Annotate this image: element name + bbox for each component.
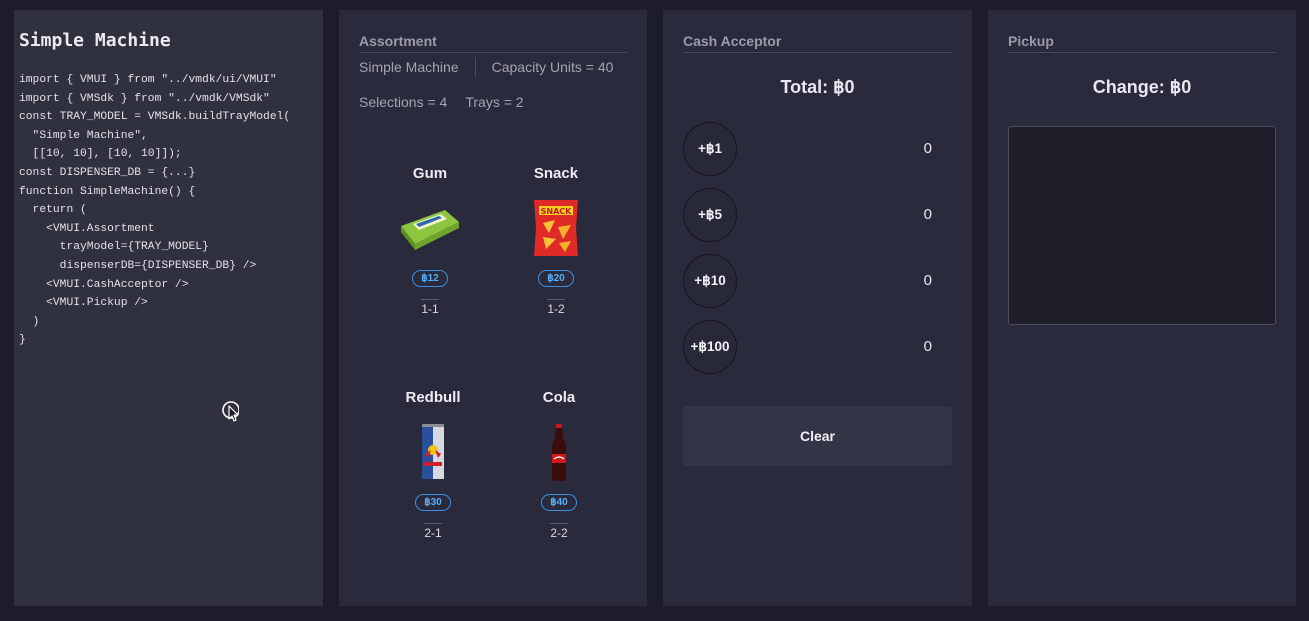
energy-can-icon	[383, 421, 483, 483]
coin-row: +฿1 0	[683, 122, 952, 188]
gum-pack-icon	[380, 197, 480, 259]
tray-divider	[359, 361, 627, 362]
coin-count: 0	[923, 272, 932, 289]
add-100-baht-button[interactable]: +฿100	[683, 320, 737, 374]
add-1-baht-button[interactable]: +฿1	[683, 122, 737, 176]
selection-id: 1-1	[421, 299, 439, 316]
trays-count: Trays = 2	[465, 94, 524, 110]
coin-list: +฿1 0 +฿5 0 +฿10 0 +฿100 0	[683, 122, 952, 386]
meta-divider	[474, 57, 476, 77]
selections-count: Selections = 4	[359, 94, 448, 110]
pickup-tray[interactable]	[1008, 126, 1276, 325]
add-10-baht-button[interactable]: +฿10	[683, 254, 737, 308]
price-badge: ฿30	[415, 494, 451, 511]
selection-name: Snack	[533, 165, 579, 182]
selection-snack[interactable]: Snack SNACK ฿20 1-2	[506, 165, 606, 316]
price-badge: ฿40	[541, 494, 577, 511]
change-amount: Change: ฿0	[1092, 77, 1192, 97]
coin-row: +฿100 0	[683, 320, 952, 386]
selection-name: Gum	[412, 165, 448, 182]
clear-button[interactable]: Clear	[683, 406, 952, 466]
add-5-baht-button[interactable]: +฿5	[683, 188, 737, 242]
selection-id: 2-1	[424, 523, 442, 540]
price-badge: ฿20	[538, 270, 574, 287]
selection-redbull[interactable]: Redbull ฿30 2-1	[383, 389, 483, 540]
selection-name: Cola	[542, 389, 576, 406]
total-amount: Total: ฿0	[780, 77, 855, 97]
coin-count: 0	[923, 338, 932, 355]
coin-count: 0	[923, 140, 932, 157]
code-snippet: import { VMUI } from "../vmdk/ui/VMUI" i…	[19, 74, 291, 347]
assortment-panel: Assortment Simple Machine Capacity Units…	[339, 10, 647, 606]
pickup-panel: Pickup Change: ฿0	[988, 10, 1296, 606]
assortment-meta: Simple Machine Capacity Units = 40	[359, 57, 627, 77]
selection-id: 1-2	[547, 299, 565, 316]
code-panel: Simple Machine import { VMUI } from "../…	[14, 10, 323, 606]
selection-cola[interactable]: Cola ฿40 2-2	[509, 389, 609, 540]
coin-row: +฿5 0	[683, 188, 952, 254]
selection-id: 2-2	[550, 523, 568, 540]
price-badge: ฿12	[412, 270, 448, 287]
pickup-title: Pickup	[1008, 33, 1276, 53]
cola-bottle-icon	[509, 421, 609, 483]
coin-count: 0	[923, 206, 932, 223]
assortment-title: Assortment	[359, 33, 627, 53]
cash-acceptor-panel: Cash Acceptor Total: ฿0 +฿1 0 +฿5 0 +฿10…	[663, 10, 972, 606]
machine-name: Simple Machine	[359, 59, 459, 75]
capacity-units: Capacity Units = 40	[491, 59, 614, 75]
selection-name: Redbull	[405, 389, 461, 406]
assortment-stats: Selections = 4 Trays = 2	[359, 94, 627, 110]
svg-text:SNACK: SNACK	[541, 207, 573, 216]
selection-gum[interactable]: Gum ฿12 1-1	[380, 165, 480, 316]
hand-cursor-icon	[222, 401, 239, 422]
code-title: Simple Machine	[19, 30, 171, 51]
cash-acceptor-title: Cash Acceptor	[683, 33, 952, 53]
coin-row: +฿10 0	[683, 254, 952, 320]
snack-bag-icon: SNACK	[506, 197, 606, 259]
